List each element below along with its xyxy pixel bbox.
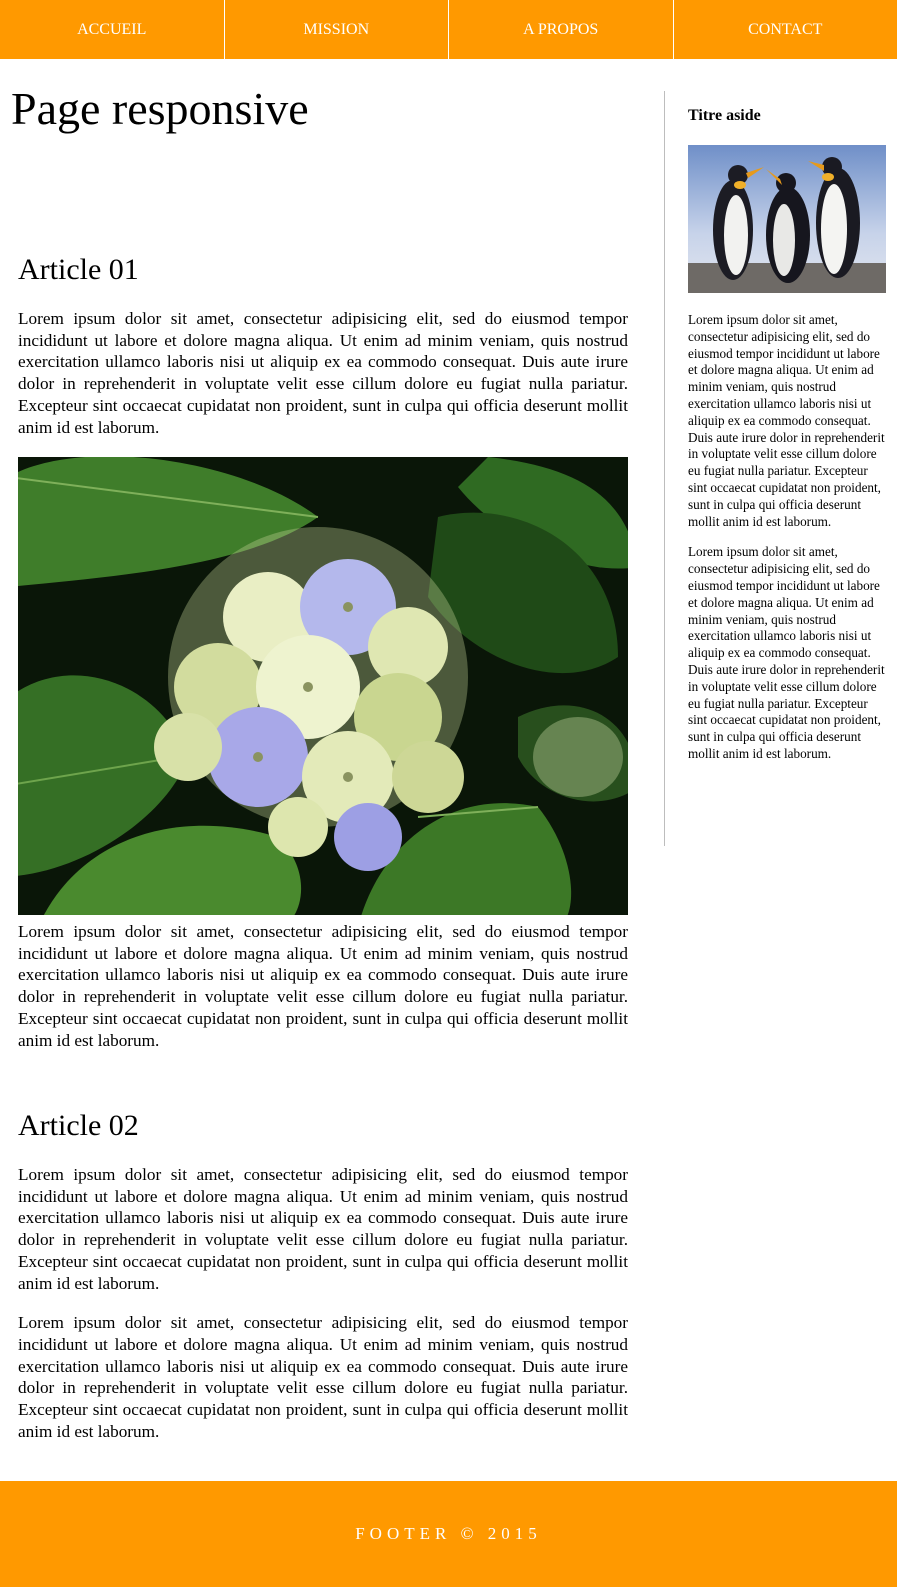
flower-photo — [18, 457, 628, 915]
article-paragraph: Lorem ipsum dolor sit amet, consectetur … — [18, 922, 628, 1050]
article-01-continued: Lorem ipsum dolor sit amet, consectetur … — [18, 921, 628, 1051]
aside-title: Titre aside — [688, 107, 761, 124]
penguins-photo — [688, 145, 886, 293]
aside-paragraph: Lorem ipsum dolor sit amet, consectetur … — [688, 544, 885, 761]
aside: Titre aside Lorem ipsum dolor sit amet, … — [688, 108, 886, 763]
article-01: Article 01 Lorem ipsum dolor sit amet, c… — [18, 255, 628, 438]
footer: FOOTER © 2015 — [0, 1481, 897, 1587]
article-paragraph: Lorem ipsum dolor sit amet, consectetur … — [18, 309, 628, 437]
footer-text: FOOTER © 2015 — [355, 1524, 542, 1543]
article-02: Article 02 Lorem ipsum dolor sit amet, c… — [18, 1111, 628, 1442]
nav-item-accueil[interactable]: ACCUEIL — [0, 0, 225, 59]
article-paragraph: Lorem ipsum dolor sit amet, consectetur … — [18, 1313, 628, 1441]
nav-item-a-propos[interactable]: A PROPOS — [449, 0, 674, 59]
aside-paragraph: Lorem ipsum dolor sit amet, consectetur … — [688, 312, 885, 529]
article-paragraph: Lorem ipsum dolor sit amet, consectetur … — [18, 1165, 628, 1293]
article-heading: Article 02 — [18, 1109, 139, 1142]
nav-item-contact[interactable]: CONTACT — [674, 0, 898, 59]
top-nav: ACCUEIL MISSION A PROPOS CONTACT — [0, 0, 897, 59]
nav-item-mission[interactable]: MISSION — [225, 0, 449, 59]
article-heading: Article 01 — [18, 253, 139, 286]
aside-divider — [664, 91, 665, 846]
page-title: Page responsive — [11, 83, 309, 134]
